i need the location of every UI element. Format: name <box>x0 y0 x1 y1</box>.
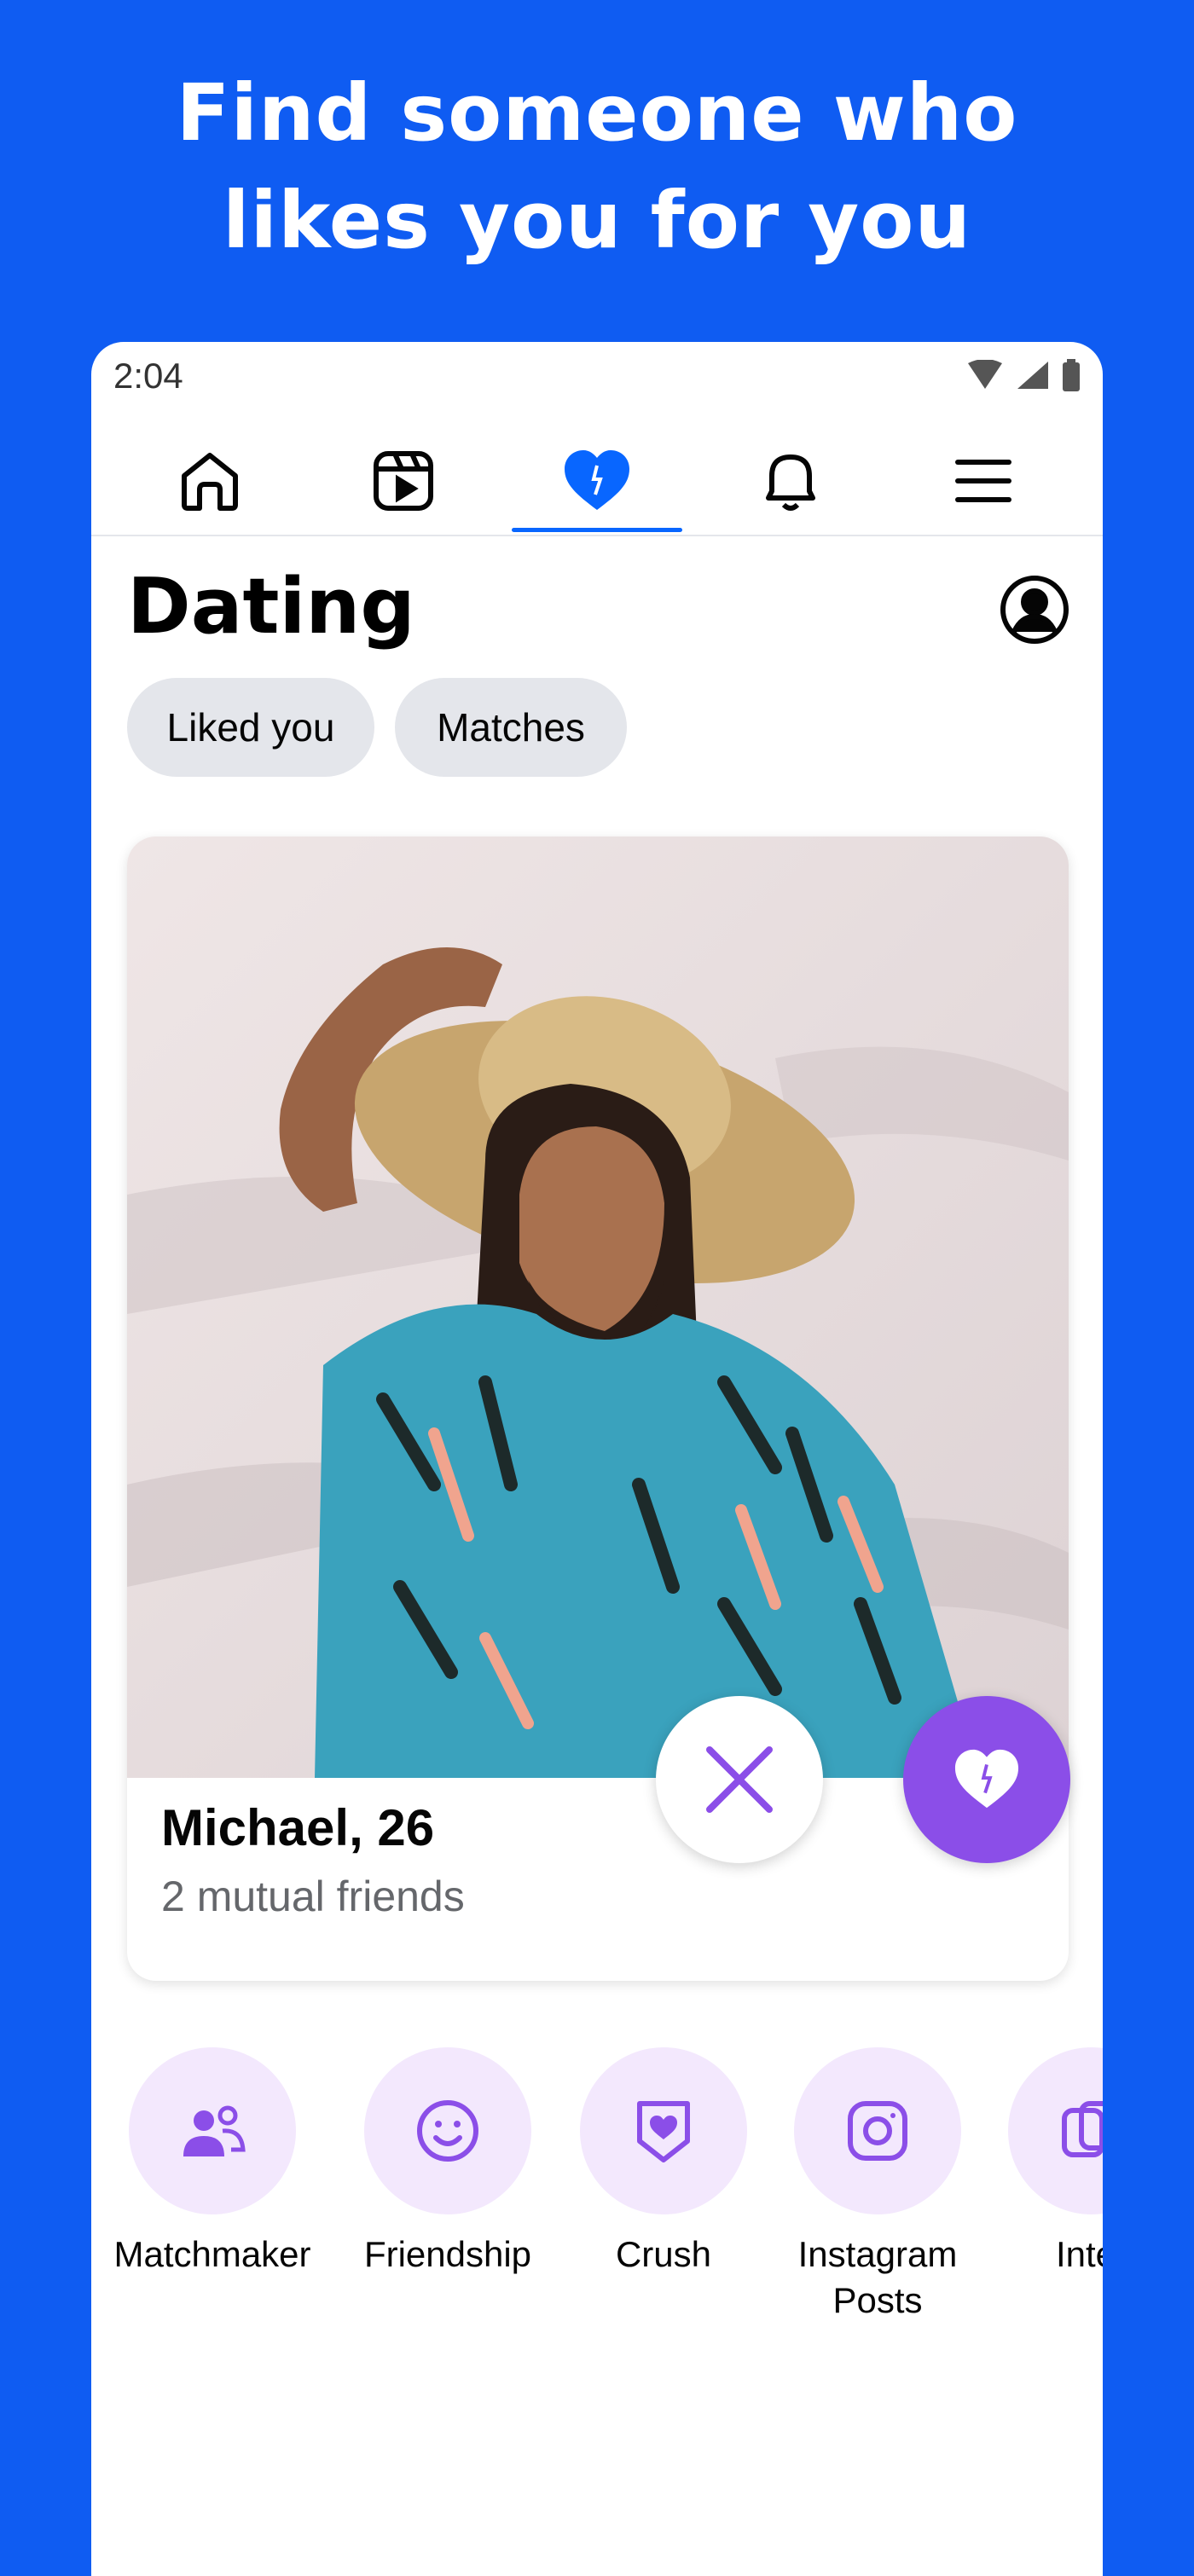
people-icon <box>183 2105 246 2156</box>
feature-label: Friendship <box>363 2234 532 2274</box>
close-icon <box>706 1746 773 1813</box>
instagram-icon <box>848 2101 907 2161</box>
feature-label: Crush <box>615 2234 712 2274</box>
video-icon <box>374 451 433 511</box>
like-button[interactable] <box>903 1696 1070 1863</box>
profile-card[interactable]: Michael, 26 2 mutual friends <box>127 836 1070 1981</box>
bell-icon <box>766 454 815 511</box>
feature-label: Matchmaker <box>113 2234 311 2274</box>
heart-badge-icon <box>637 2101 690 2162</box>
pass-button[interactable] <box>656 1696 823 1863</box>
profile-photo-image <box>127 836 1069 1778</box>
menu-icon <box>955 460 1011 502</box>
interests-icon <box>1062 2101 1103 2157</box>
nav-menu[interactable] <box>898 427 1069 535</box>
feature-interests[interactable]: Inter <box>985 2047 1103 2278</box>
feature-matchmaker[interactable]: Matchmaker <box>106 2047 319 2278</box>
signal-icon <box>1017 362 1048 389</box>
status-time: 2:04 <box>113 356 183 396</box>
chip-liked-you[interactable]: Liked you <box>127 678 374 777</box>
battery-icon <box>1063 359 1080 391</box>
feature-friendship[interactable]: Friendship <box>341 2047 554 2278</box>
profile-photo[interactable] <box>127 836 1069 1778</box>
profile-button[interactable] <box>999 574 1070 650</box>
phone-screen: 2:04 Dating Liked you Matches Michael, 2… <box>91 342 1103 2576</box>
page-title: Dating <box>127 562 415 651</box>
promo-headline: Find someone who likes you for you <box>0 60 1194 275</box>
nav-video[interactable] <box>318 427 489 535</box>
home-icon <box>182 453 238 511</box>
nav-home[interactable] <box>125 427 295 535</box>
top-nav <box>91 427 1103 536</box>
feature-label: Inter <box>1055 2234 1103 2274</box>
profile-icon <box>1000 576 1069 644</box>
chip-matches[interactable]: Matches <box>395 678 627 777</box>
feature-label: Instagram Posts <box>797 2234 958 2320</box>
wifi-icon <box>968 360 1002 389</box>
status-icons <box>966 359 1081 391</box>
nav-active-indicator <box>512 528 682 532</box>
heart-icon <box>565 450 629 510</box>
profile-name: Michael, 26 <box>161 1799 435 1856</box>
promo-headline-line2: likes you for you <box>223 175 971 266</box>
heart-icon <box>954 1749 1019 1809</box>
status-bar: 2:04 <box>91 342 1103 410</box>
feature-instagram-posts[interactable]: Instagram Posts <box>771 2047 984 2324</box>
nav-dating[interactable] <box>512 427 682 535</box>
nav-notifications[interactable] <box>705 427 876 535</box>
feature-crush[interactable]: Crush <box>557 2047 770 2278</box>
smiley-icon <box>417 2100 478 2162</box>
promo-headline-line1: Find someone who <box>176 67 1018 159</box>
mutual-friends: 2 mutual friends <box>161 1873 465 1920</box>
